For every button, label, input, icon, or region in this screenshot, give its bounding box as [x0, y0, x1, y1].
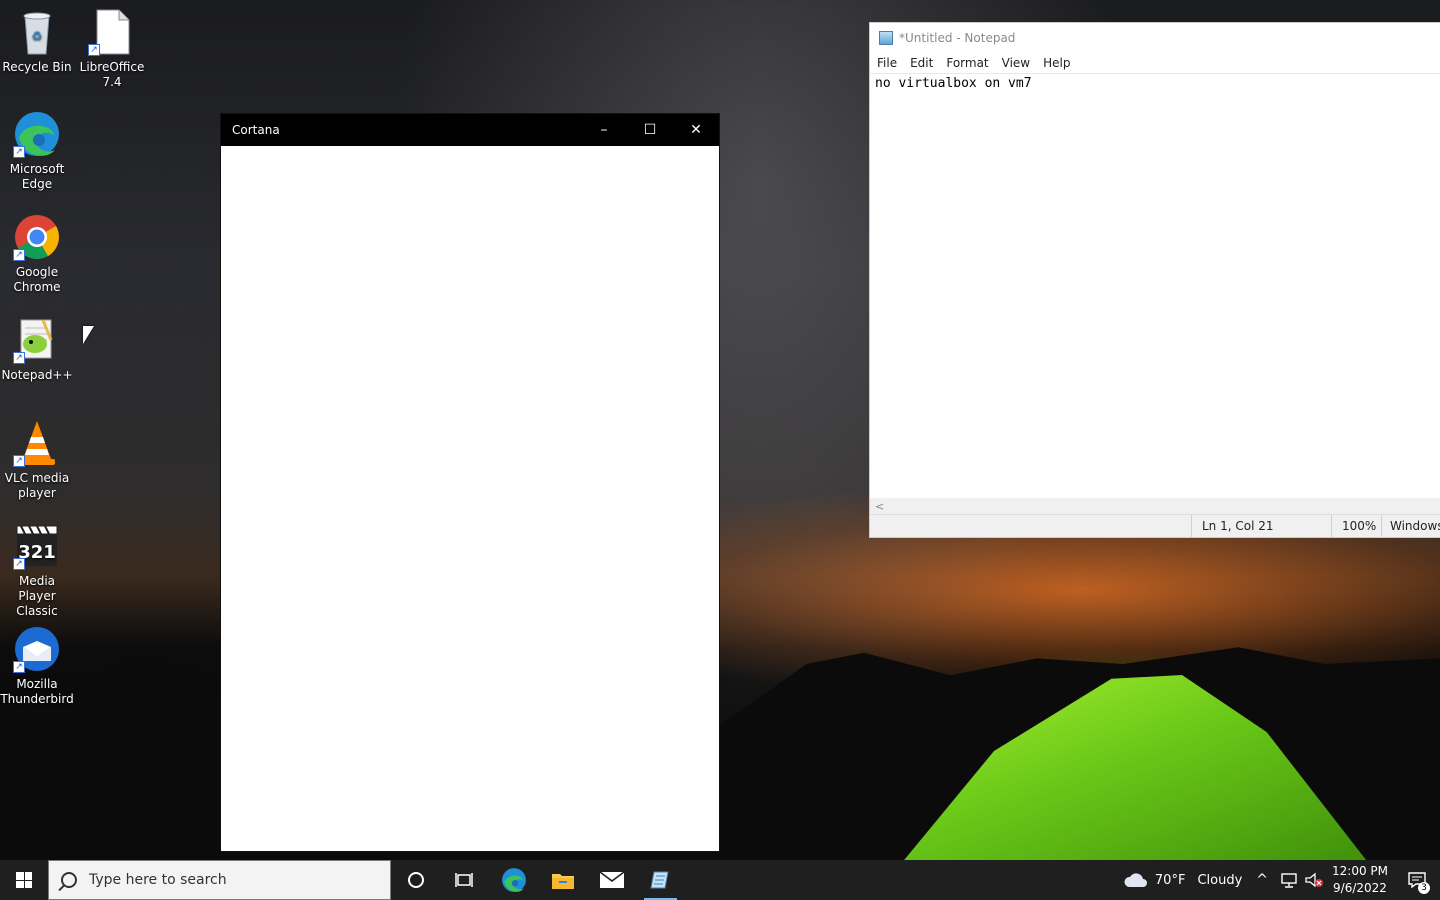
desktop-icon-libreoffice[interactable]: ↗ LibreOffice 7.4	[75, 8, 149, 90]
recycle-bin-icon: ♻	[13, 8, 61, 56]
desktop-icon-label: VLC media player	[4, 471, 70, 500]
vlc-icon: ↗	[13, 419, 61, 467]
show-hidden-icons-chevron-icon[interactable]: ^	[1256, 872, 1268, 888]
maximize-button[interactable]: ☐	[627, 114, 673, 146]
window-title: Cortana	[232, 123, 280, 137]
notepad-window: *Untitled - Notepad File Edit Format Vie…	[869, 22, 1440, 538]
status-bar: Ln 1, Col 21 100% Windows	[870, 514, 1440, 538]
weather-condition: Cloudy	[1197, 872, 1243, 888]
text-editor[interactable]: no virtualbox on vm7	[870, 73, 1440, 503]
shortcut-arrow-icon: ↗	[13, 146, 25, 158]
desktop-icon-label: LibreOffice 7.4	[79, 60, 145, 89]
desktop-icon-label: Media Player Classic	[16, 574, 58, 618]
status-line-endings: Windows	[1381, 515, 1440, 538]
desktop-icon-label: Mozilla Thunderbird	[0, 677, 74, 706]
cortana-window: Cortana – ☐ ✕	[220, 113, 720, 852]
clock-date: 9/6/2022	[1333, 881, 1387, 895]
notepad-icon	[649, 871, 669, 889]
menu-edit[interactable]: Edit	[910, 56, 941, 70]
taskbar-edge[interactable]	[489, 860, 538, 900]
taskbar-mail[interactable]	[587, 860, 636, 900]
close-button[interactable]: ✕	[673, 114, 719, 146]
thunderbird-icon: ↗	[13, 625, 61, 673]
cortana-titlebar[interactable]: Cortana – ☐ ✕	[221, 114, 719, 146]
folder-icon	[551, 874, 574, 889]
menu-help[interactable]: Help	[1043, 56, 1078, 70]
shortcut-arrow-icon: ↗	[13, 352, 25, 364]
desktop-icon-thunderbird[interactable]: ↗ Mozilla Thunderbird	[0, 625, 74, 707]
status-position: Ln 1, Col 21	[1191, 515, 1331, 538]
desktop-icon-chrome[interactable]: ↗ Google Chrome	[0, 213, 74, 295]
chrome-icon: ↗	[13, 213, 61, 261]
taskbar-file-explorer[interactable]	[538, 860, 587, 900]
shortcut-arrow-icon: ↗	[13, 455, 25, 467]
action-center-button[interactable]: 3	[1402, 860, 1432, 900]
shortcut-arrow-icon: ↗	[88, 44, 100, 56]
taskbar-search[interactable]: Type here to search	[48, 860, 391, 900]
windows-logo-icon	[16, 872, 32, 888]
media-player-classic-icon: 321 ↗	[13, 522, 61, 570]
desktop-icon-mpc[interactable]: 321 ↗ Media Player Classic	[0, 522, 74, 619]
menu-view[interactable]: View	[1002, 56, 1038, 70]
menu-file[interactable]: File	[877, 56, 905, 70]
edge-icon	[501, 868, 526, 892]
cortana-button[interactable]	[391, 860, 440, 900]
svg-text:♻: ♻	[32, 29, 43, 43]
start-button[interactable]	[0, 860, 48, 900]
volume-muted-icon[interactable]	[1304, 872, 1324, 888]
scroll-left-icon[interactable]: <	[875, 500, 884, 513]
desktop-icon-label: Notepad++	[1, 368, 73, 382]
notepadpp-icon: ↗	[13, 316, 61, 364]
desktop-icon-recycle-bin[interactable]: ♻ Recycle Bin	[0, 8, 74, 75]
clock-time: 12:00 PM	[1332, 864, 1388, 878]
weather-temp: 70°F	[1154, 872, 1186, 888]
notepad-titlebar[interactable]: *Untitled - Notepad	[870, 23, 1440, 53]
desktop-icon-label: Google Chrome	[13, 265, 61, 294]
editor-text: no virtualbox on vm7	[875, 76, 1032, 91]
desktop-icon-notepadpp[interactable]: ↗ Notepad++	[0, 316, 74, 383]
menu-format[interactable]: Format	[946, 56, 996, 70]
taskbar-notepad[interactable]	[636, 860, 685, 900]
system-tray: 70°F Cloudy ^ 12:00 PM 9/6/2022 3	[1123, 860, 1440, 900]
window-title: *Untitled - Notepad	[899, 31, 1016, 45]
shortcut-arrow-icon: ↗	[13, 661, 25, 673]
notepad-icon	[879, 31, 893, 45]
menu-bar: File Edit Format View Help	[870, 53, 1440, 73]
desktop-icon-label: Microsoft Edge	[9, 162, 65, 191]
cortana-content	[221, 146, 719, 851]
task-view-icon	[454, 873, 473, 887]
weather-widget[interactable]: 70°F Cloudy	[1123, 871, 1242, 889]
network-icon[interactable]	[1280, 872, 1298, 888]
shortcut-arrow-icon: ↗	[13, 249, 25, 261]
search-icon	[61, 872, 77, 888]
taskbar: Type here to search 70°F Cloudy ^ 12:00 …	[0, 860, 1440, 900]
desktop-icon-vlc[interactable]: ↗ VLC media player	[0, 419, 74, 501]
horizontal-scrollbar[interactable]: <	[870, 498, 1440, 515]
edge-icon: ↗	[13, 110, 61, 158]
notifications-badge: 3	[1418, 882, 1430, 894]
desktop-icon-edge[interactable]: ↗ Microsoft Edge	[0, 110, 74, 192]
status-zoom: 100%	[1331, 515, 1381, 538]
mail-icon	[599, 871, 624, 888]
taskbar-clock[interactable]: 12:00 PM 9/6/2022	[1332, 863, 1388, 897]
task-view-button[interactable]	[440, 860, 489, 900]
mouse-cursor	[83, 326, 94, 344]
search-placeholder: Type here to search	[89, 872, 227, 888]
minimize-button[interactable]: –	[581, 114, 627, 146]
shortcut-arrow-icon: ↗	[13, 558, 25, 570]
cortana-circle-icon	[407, 872, 424, 888]
libreoffice-icon: ↗	[88, 8, 136, 56]
desktop-icon-label: Recycle Bin	[2, 60, 72, 74]
cloud-icon	[1124, 873, 1147, 887]
